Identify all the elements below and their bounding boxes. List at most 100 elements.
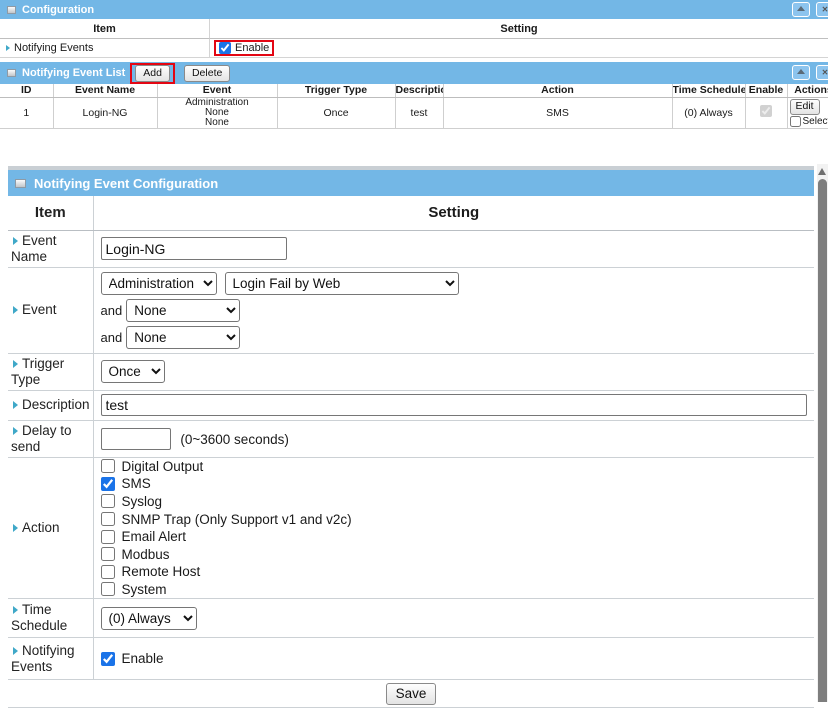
notifying-events-enable-checkbox[interactable] — [219, 42, 231, 54]
action-sms-checkbox[interactable] — [101, 477, 115, 491]
action-row: Action Digital Output SMS Syslog SNMP Tr… — [8, 457, 814, 599]
row-enable-cell — [745, 97, 787, 128]
collapse-button[interactable] — [792, 2, 810, 17]
config-setting-header: Setting — [210, 19, 828, 39]
dialog-table: Item Setting Event Name Event Administra… — [8, 196, 814, 708]
action-modbus-checkbox[interactable] — [101, 547, 115, 561]
col-id: ID — [0, 84, 53, 97]
notifying-event-list-panel: Notifying Event List Add Delete ✕ ID Eve… — [0, 62, 828, 129]
action-label: Action — [22, 520, 60, 535]
event-list-panel-header: Notifying Event List Add Delete ✕ — [0, 62, 828, 84]
dialog-enable-checkbox[interactable] — [101, 652, 115, 666]
edit-button[interactable]: Edit — [790, 99, 820, 115]
notifying-events-label: Notifying Events — [11, 643, 75, 674]
vertical-scrollbar[interactable] — [817, 164, 828, 702]
action-remote-host-checkbox[interactable] — [101, 565, 115, 579]
event-row: Event Administration Login Fail by Web a… — [8, 267, 814, 353]
row-enable-checkbox — [760, 105, 772, 117]
dialog-item-header: Item — [8, 196, 93, 230]
action-syslog-checkbox[interactable] — [101, 494, 115, 508]
bullet-arrow-icon — [13, 524, 18, 532]
highlight-box-enable: Enable — [214, 40, 274, 56]
notifying-events-setting-cell: Enable — [210, 39, 828, 58]
close-button[interactable]: ✕ — [816, 2, 828, 17]
row-trigger-type: Once — [277, 97, 395, 128]
col-actions: Actions — [787, 84, 828, 97]
time-schedule-select[interactable]: (0) Always — [101, 607, 197, 630]
event-subtype-select[interactable]: Login Fail by Web — [225, 272, 459, 295]
table-row: 1 Login-NG Administration None None Once… — [0, 97, 828, 128]
bullet-arrow-icon — [13, 606, 18, 614]
row-description: test — [395, 97, 443, 128]
col-description: Description — [395, 84, 443, 97]
config-item-header: Item — [0, 19, 210, 39]
and-label: and — [101, 330, 123, 345]
action-system-checkbox[interactable] — [101, 582, 115, 596]
save-button[interactable]: Save — [386, 683, 437, 705]
row-event: Administration None None — [157, 97, 277, 128]
event-name-input[interactable] — [101, 237, 287, 260]
event-and1-select[interactable]: None — [126, 299, 240, 322]
save-row: Save — [8, 680, 814, 708]
dialog-title: Notifying Event Configuration — [34, 176, 218, 191]
time-schedule-label: Time Schedule — [11, 602, 67, 633]
event-list-table: ID Event Name Event Trigger Type Descrip… — [0, 84, 828, 129]
description-label: Description — [22, 397, 90, 412]
add-button[interactable]: Add — [135, 65, 170, 82]
delay-to-send-row: Delay to send (0~3600 seconds) — [8, 420, 814, 457]
delay-hint: (0~3600 seconds) — [180, 432, 288, 447]
enable-label: Enable — [235, 42, 269, 54]
trigger-type-row: Trigger Type Once — [8, 353, 814, 390]
event-and2-select[interactable]: None — [126, 326, 240, 349]
row-action: SMS — [443, 97, 672, 128]
close-button[interactable]: ✕ — [816, 65, 828, 80]
col-action: Action — [443, 84, 672, 97]
col-time-schedule: Time Schedule — [672, 84, 745, 97]
panel-icon — [7, 6, 16, 14]
col-enable: Enable — [745, 84, 787, 97]
collapse-button[interactable] — [792, 65, 810, 80]
dialog-header-row: Item Setting — [8, 196, 814, 230]
select-label: Select — [803, 116, 828, 127]
event-list-header-row: ID Event Name Event Trigger Type Descrip… — [0, 84, 828, 97]
configuration-panel-header: Configuration ✕ — [0, 0, 828, 19]
event-category-select[interactable]: Administration — [101, 272, 217, 295]
highlight-box-add: Add — [130, 63, 175, 84]
row-event-name: Login-NG — [53, 97, 157, 128]
row-actions-cell: Edit Select — [787, 97, 828, 128]
trigger-type-select[interactable]: Once — [101, 360, 165, 383]
notifying-events-row: Notifying Events Enable — [8, 638, 814, 680]
bullet-arrow-icon — [6, 45, 10, 51]
panel-icon — [7, 69, 16, 77]
bullet-arrow-icon — [13, 360, 18, 368]
row-id: 1 — [0, 97, 53, 128]
collapse-icon — [797, 69, 805, 74]
description-input[interactable] — [101, 394, 807, 416]
scrollbar-thumb[interactable] — [818, 179, 827, 702]
delay-input[interactable] — [101, 428, 171, 450]
action-snmp-trap-checkbox[interactable] — [101, 512, 115, 526]
panel-icon — [15, 179, 26, 188]
bullet-arrow-icon — [13, 237, 18, 245]
dialog-enable-label: Enable — [122, 651, 164, 666]
scroll-up-icon[interactable] — [818, 168, 826, 175]
action-email-alert-checkbox[interactable] — [101, 530, 115, 544]
notifying-event-configuration-dialog: Notifying Event Configuration Item Setti… — [8, 166, 814, 708]
trigger-type-label: Trigger Type — [11, 356, 64, 387]
and-label: and — [101, 303, 123, 318]
dialog-header: Notifying Event Configuration — [8, 170, 814, 196]
time-schedule-row: Time Schedule (0) Always — [8, 599, 814, 638]
col-trigger-type: Trigger Type — [277, 84, 395, 97]
configuration-panel: Configuration ✕ Item Setting Notifying E… — [0, 0, 828, 58]
description-row: Description — [8, 390, 814, 420]
col-event: Event — [157, 84, 277, 97]
action-digital-output-checkbox[interactable] — [101, 459, 115, 473]
notifying-events-row-label: Notifying Events — [0, 39, 210, 58]
row-select-checkbox[interactable] — [790, 116, 801, 127]
event-name-row: Event Name — [8, 230, 814, 267]
row-time-schedule: (0) Always — [672, 97, 745, 128]
collapse-icon — [797, 6, 805, 11]
delete-button[interactable]: Delete — [184, 65, 230, 82]
bullet-arrow-icon — [13, 647, 18, 655]
configuration-panel-title: Configuration — [22, 4, 94, 16]
